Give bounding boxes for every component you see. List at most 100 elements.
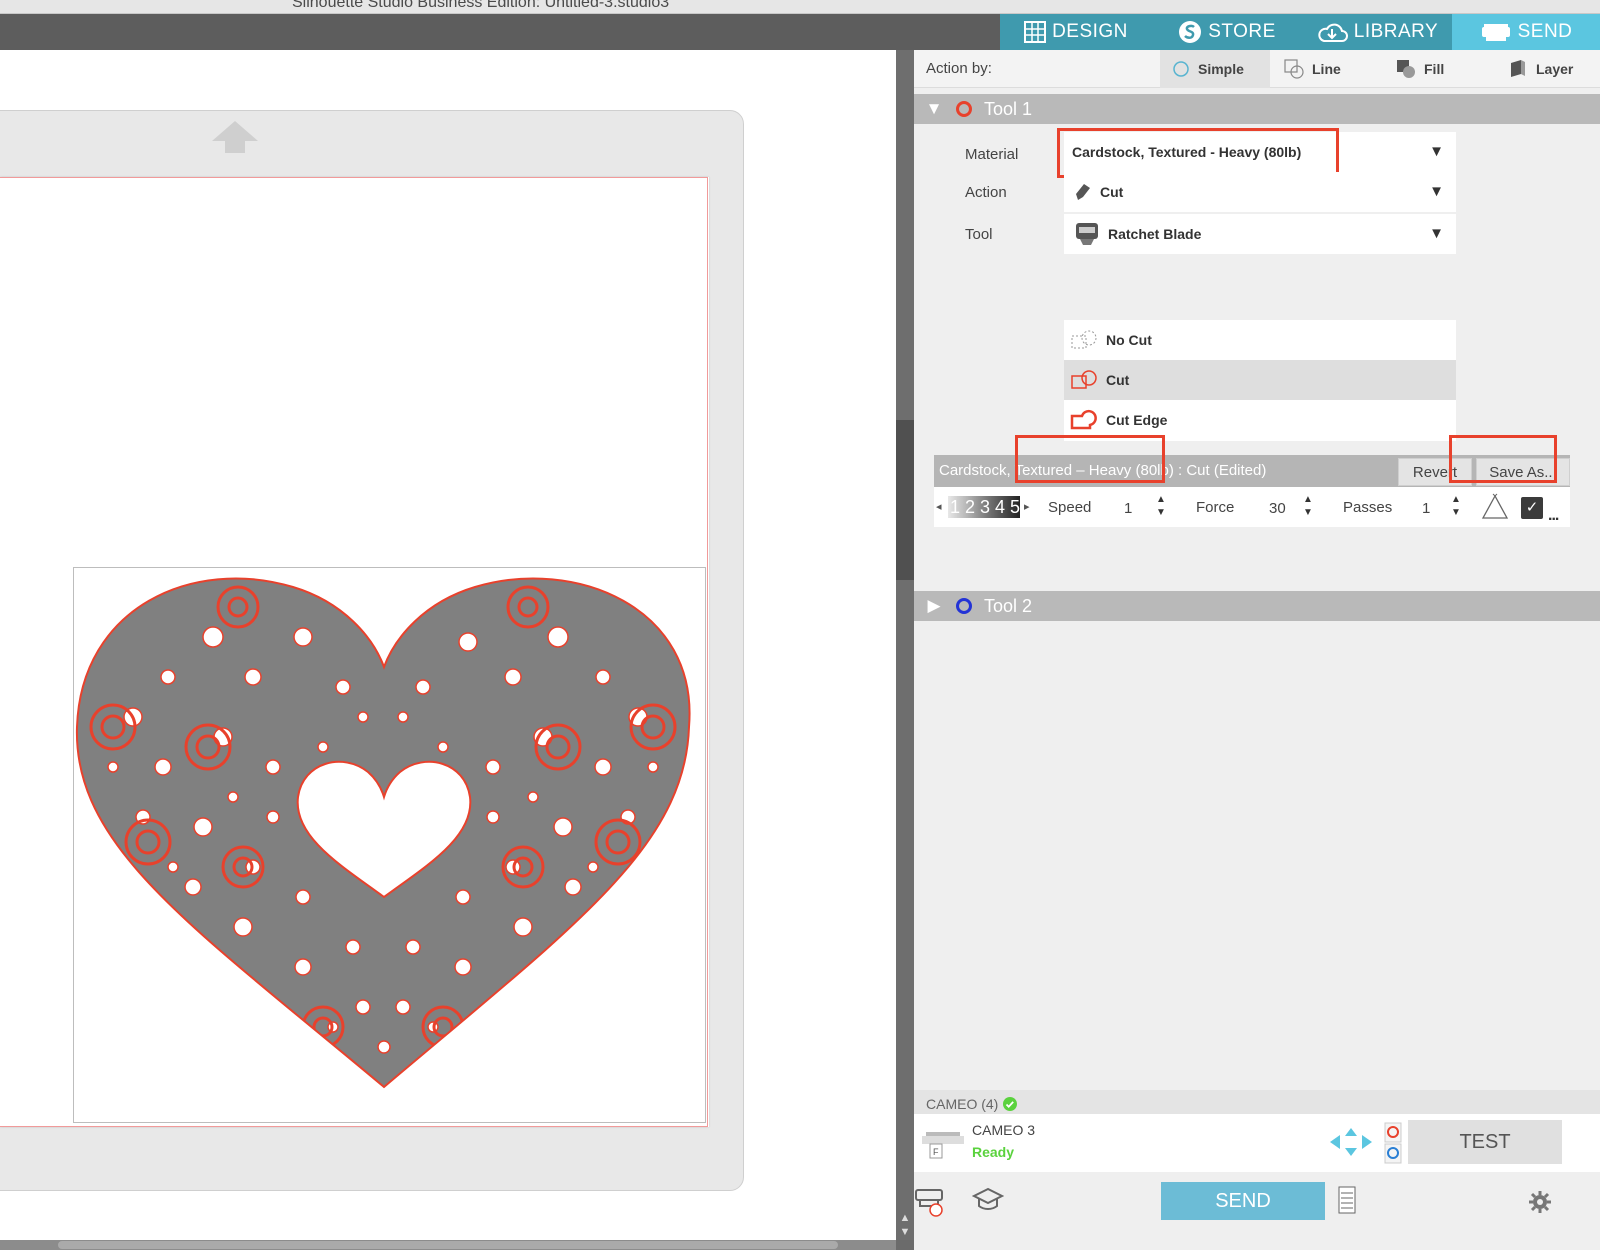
action-by-simple-label: Simple	[1198, 61, 1244, 77]
send-panel: Action by: Simple Line Fill Layer ▼ Tool…	[914, 50, 1600, 1250]
tool2-name: Tool 2	[984, 595, 1033, 616]
cut-option-no-cut[interactable]: No Cut	[1064, 320, 1456, 360]
check-circle-icon	[1003, 1097, 1018, 1111]
chevron-down-icon: ▼	[1429, 225, 1444, 242]
tool2-header[interactable]: ▶ Tool 2	[914, 591, 1600, 621]
action-label: Action	[965, 184, 1007, 201]
speed-label: Speed	[1048, 499, 1092, 516]
action-by-line[interactable]: Line	[1272, 50, 1382, 88]
chevron-down-icon: ▼	[1429, 143, 1444, 160]
cut-style-list: No Cut Cut Cut Edge	[1064, 320, 1456, 441]
action-by-fill[interactable]: Fill	[1384, 50, 1494, 88]
machine-header-label: CAMEO (4)	[926, 1096, 999, 1112]
action-by-layer[interactable]: Layer	[1496, 50, 1600, 88]
action-by-label: Action by:	[926, 60, 992, 77]
window-title: Silhouette Studio Business Edition: Unti…	[292, 0, 670, 11]
send-queue-icon[interactable]	[914, 1184, 948, 1218]
tab-send-label: SEND	[1517, 21, 1573, 42]
canvas-vertical-scrollbar[interactable]: ▲ ▼	[896, 50, 914, 1240]
tool1-ring-icon	[956, 101, 972, 117]
tool-value: Ratchet Blade	[1108, 226, 1202, 242]
highlight-speed	[1015, 435, 1165, 483]
tool-label: Tool	[965, 226, 993, 243]
machine-list-header: CAMEO (4)	[914, 1090, 1600, 1114]
tab-library-label: LIBRARY	[1353, 21, 1439, 42]
send-button[interactable]: SEND	[1161, 1182, 1325, 1220]
tab-send[interactable]: SEND	[1452, 14, 1600, 50]
page-layout-icon[interactable]	[1338, 1186, 1356, 1214]
scroll-down-icon[interactable]: ▼	[899, 1226, 911, 1238]
cut-settings-row: ◂ 12345 ▸ Speed 1 ▲ ▼ Force 30 ▲ ▼ Passes …	[934, 487, 1570, 527]
blade-left-arrow-icon[interactable]: ◂	[936, 500, 942, 513]
ratchet-blade-icon	[1076, 223, 1098, 245]
horizontal-scroll-thumb[interactable]	[58, 1241, 838, 1249]
cutter-icon	[1481, 24, 1510, 41]
tab-design[interactable]: DESIGN	[1000, 14, 1152, 50]
send-bottom-bar: SEND	[914, 1172, 1600, 1250]
tool1-name: Tool 1	[984, 98, 1033, 119]
cloud-library-icon	[1318, 23, 1348, 42]
no-cut-icon	[1071, 330, 1097, 349]
force-label: Force	[1196, 499, 1235, 516]
cut-option-cut-edge[interactable]: Cut Edge	[1064, 400, 1456, 440]
action-by-fill-label: Fill	[1424, 61, 1445, 77]
action-value: Cut	[1100, 184, 1124, 200]
machine-name: CAMEO 3	[972, 1122, 1036, 1138]
silhouette-s-icon	[1179, 21, 1202, 43]
fill-mode-icon	[1397, 60, 1415, 78]
speed-value[interactable]: 1	[1124, 500, 1132, 517]
action-dropdown[interactable]: Cut ▼	[1064, 172, 1456, 212]
expand-triangle-icon: ▶	[927, 596, 941, 615]
action-by-layer-label: Layer	[1536, 61, 1574, 77]
machine-row[interactable]: F CAMEO 3 Ready TEST	[914, 1114, 1600, 1172]
line-segment-overcut-icon[interactable]	[1480, 493, 1510, 521]
layer-mode-icon	[1511, 60, 1525, 77]
cut-option-cut[interactable]: Cut	[1064, 360, 1456, 400]
tool-dropdown[interactable]: Ratchet Blade ▼	[1064, 214, 1456, 254]
tutorial-cap-icon[interactable]	[972, 1186, 1004, 1214]
cut-edge-label: Cut Edge	[1106, 412, 1168, 428]
design-canvas[interactable]	[0, 50, 896, 1240]
passes-label: Passes	[1343, 499, 1393, 516]
blade-depth-dial[interactable]: 12345	[948, 496, 1020, 518]
cutter-machine-icon: F	[922, 1132, 964, 1159]
speed-stepper[interactable]: ▲ ▼	[1155, 493, 1167, 519]
blade-right-arrow-icon[interactable]: ▸	[1024, 500, 1030, 513]
window-titlebar: Silhouette Studio Business Edition: Unti…	[0, 0, 1600, 14]
feed-arrow-icon[interactable]	[210, 119, 260, 155]
action-by-simple[interactable]: Simple	[1160, 50, 1270, 88]
scroll-up-icon[interactable]: ▲	[899, 1212, 911, 1224]
move-arrows-icon[interactable]	[1328, 1126, 1374, 1158]
highlight-material	[1057, 128, 1339, 178]
chevron-down-icon: ▼	[1429, 183, 1444, 200]
force-value[interactable]: 30	[1269, 500, 1286, 517]
collapse-triangle-icon: ▼	[925, 99, 943, 118]
canvas-horizontal-scrollbar[interactable]	[0, 1240, 896, 1250]
line-mode-icon	[1284, 59, 1304, 79]
tab-library[interactable]: LIBRARY	[1302, 14, 1452, 50]
overcut-checkbox[interactable]: ✓	[1521, 497, 1543, 519]
more-options-icon[interactable]: ...	[1548, 507, 1559, 525]
grid-icon	[1024, 21, 1047, 43]
svg-text:F: F	[933, 1147, 939, 1157]
filigree-heart-design[interactable]	[73, 567, 706, 1123]
action-by-line-label: Line	[1312, 61, 1341, 77]
passes-value[interactable]: 1	[1422, 500, 1430, 517]
tab-design-label: DESIGN	[1052, 21, 1128, 42]
highlight-overcut	[1449, 435, 1557, 483]
cut-icon	[1071, 370, 1097, 389]
no-cut-label: No Cut	[1106, 332, 1152, 348]
tool1-header[interactable]: ▼ Tool 1	[914, 94, 1600, 124]
force-stepper[interactable]: ▲ ▼	[1302, 493, 1314, 519]
action-by-bar: Action by: Simple Line Fill Layer	[914, 50, 1600, 88]
vertical-scroll-thumb[interactable]	[896, 420, 914, 580]
cut-edge-icon	[1070, 409, 1097, 430]
test-button[interactable]: TEST	[1408, 1120, 1562, 1164]
simple-radio-icon	[1173, 61, 1189, 77]
cut-blade-icon	[1076, 184, 1090, 200]
passes-stepper[interactable]: ▲ ▼	[1450, 493, 1462, 519]
cut-label: Cut	[1106, 372, 1130, 388]
settings-gear-icon[interactable]	[1528, 1190, 1552, 1214]
tool-selector-icon[interactable]	[1384, 1122, 1402, 1164]
tab-store[interactable]: STORE	[1152, 14, 1302, 50]
